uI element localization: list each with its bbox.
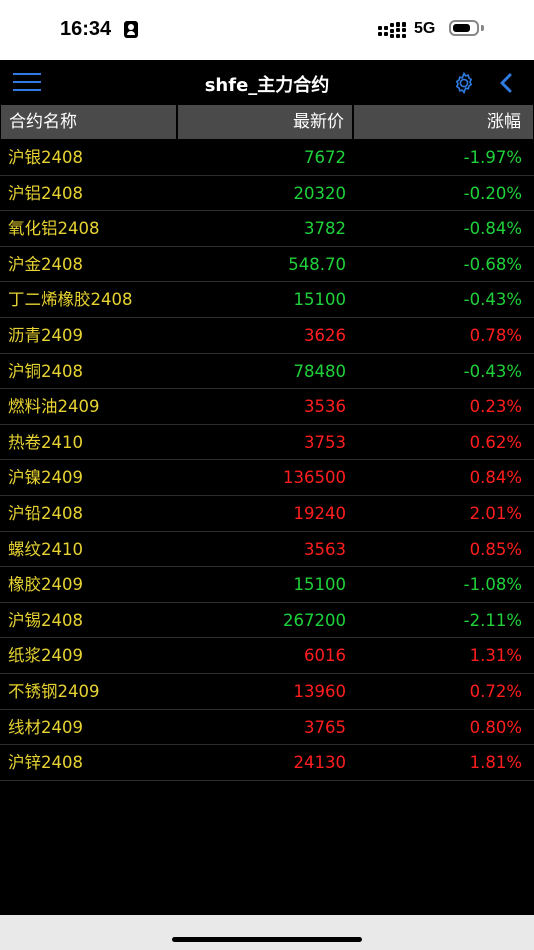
status-time: 16:34 (60, 18, 112, 40)
change-percent: -1.08% (463, 575, 522, 595)
change-percent: -0.68% (463, 254, 522, 274)
table-row[interactable]: 燃料油2409 3536 0.23% (0, 389, 534, 425)
contract-name: 不锈钢2409 (8, 681, 100, 701)
change-percent: 0.62% (469, 432, 522, 452)
table-row[interactable]: 沪锌2408 24130 1.81% (0, 745, 534, 781)
latest-price: 7672 (304, 148, 346, 167)
latest-price: 3765 (304, 717, 346, 737)
contract-name: 橡胶2409 (8, 575, 83, 595)
contract-name: 线材2409 (8, 717, 83, 737)
chevron-left-icon[interactable] (498, 72, 514, 94)
latest-price: 78480 (293, 361, 347, 381)
contract-name: 氧化铝2408 (8, 219, 100, 239)
contract-name: 沪镍2409 (8, 468, 83, 488)
latest-price: 15100 (293, 575, 347, 595)
contract-name: 沥青2409 (8, 325, 83, 345)
contract-name: 沪金2408 (8, 254, 83, 274)
contract-name: 沪铝2408 (8, 183, 83, 203)
table-row[interactable]: 不锈钢2409 13960 0.72% (0, 674, 534, 710)
change-percent: 0.85% (469, 539, 522, 559)
table-row[interactable]: 纸浆2409 6016 1.31% (0, 638, 534, 674)
change-percent: -0.43% (463, 290, 522, 310)
latest-price: 3536 (304, 397, 346, 417)
contract-name: 沪银2408 (8, 148, 83, 167)
change-percent: 1.31% (469, 646, 522, 666)
column-header-change[interactable]: 涨幅 (354, 105, 533, 139)
battery-tip (481, 25, 484, 31)
latest-price: 136500 (283, 468, 346, 488)
change-percent: 0.72% (469, 681, 522, 701)
contract-name: 螺纹2410 (8, 539, 83, 559)
table-row[interactable]: 沪镍2409 136500 0.84% (0, 460, 534, 496)
table-row[interactable]: 螺纹2410 3563 0.85% (0, 532, 534, 568)
contract-name: 丁二烯橡胶2408 (8, 290, 133, 310)
table-header: 合约名称 最新价 涨幅 (0, 104, 534, 140)
table-row[interactable]: 沪铝2408 20320 -0.20% (0, 176, 534, 212)
change-percent: 2.01% (469, 503, 522, 523)
home-indicator[interactable] (172, 937, 362, 942)
nav-bar: shfe_主力合约 (0, 60, 534, 104)
change-percent: 0.84% (469, 468, 522, 488)
table-row[interactable]: 沥青2409 3626 0.78% (0, 318, 534, 354)
latest-price: 548.70 (288, 254, 346, 274)
table-row[interactable]: 沪金2408 548.70 -0.68% (0, 247, 534, 283)
contract-name: 沪铜2408 (8, 361, 83, 381)
contract-name: 沪锌2408 (8, 753, 83, 773)
table-row[interactable]: 线材2409 3765 0.80% (0, 710, 534, 746)
latest-price: 20320 (293, 183, 347, 203)
latest-price: 6016 (304, 646, 346, 666)
latest-price: 15100 (293, 290, 347, 310)
latest-price: 3782 (304, 219, 346, 239)
table-row[interactable]: 沪铅2408 19240 2.01% (0, 496, 534, 532)
contract-name: 沪铅2408 (8, 503, 83, 523)
latest-price: 24130 (293, 753, 347, 773)
latest-price: 13960 (293, 681, 347, 701)
change-percent: -0.20% (463, 183, 522, 203)
change-percent: 0.23% (469, 397, 522, 417)
change-percent: -2.11% (463, 610, 522, 630)
status-bar: 16:34 5G (0, 0, 534, 60)
change-percent: 0.80% (469, 717, 522, 737)
change-percent: -0.84% (463, 219, 522, 239)
contract-name: 热卷2410 (8, 432, 83, 452)
table-row[interactable]: 沪银2408 7672 -1.97% (0, 140, 534, 176)
gear-icon[interactable] (452, 71, 476, 95)
latest-price: 3563 (304, 539, 346, 559)
contract-list: 沪银2408 7672 -1.97% 沪铝2408 20320 -0.20% 氧化铝2408… (0, 140, 534, 781)
latest-price: 3626 (304, 325, 346, 345)
network-label: 5G (414, 20, 436, 37)
column-header-price[interactable]: 最新价 (178, 105, 352, 139)
change-percent: -1.97% (463, 148, 522, 167)
person-icon (124, 21, 138, 38)
battery-icon (449, 20, 479, 36)
signal-icon (378, 22, 408, 38)
home-area (0, 915, 534, 950)
contract-name: 燃料油2409 (8, 397, 100, 417)
contract-name: 沪锡2408 (8, 610, 83, 630)
latest-price: 3753 (304, 432, 346, 452)
table-row[interactable]: 丁二烯橡胶2408 15100 -0.43% (0, 282, 534, 318)
column-header-name[interactable]: 合约名称 (1, 105, 176, 139)
contract-name: 纸浆2409 (8, 646, 83, 666)
table-row[interactable]: 沪锡2408 267200 -2.11% (0, 603, 534, 639)
change-percent: -0.43% (463, 361, 522, 381)
table-row[interactable]: 沪铜2408 78480 -0.43% (0, 354, 534, 390)
table-row[interactable]: 热卷2410 3753 0.62% (0, 425, 534, 461)
table-row[interactable]: 橡胶2409 15100 -1.08% (0, 567, 534, 603)
table-row[interactable]: 氧化铝2408 3782 -0.84% (0, 211, 534, 247)
change-percent: 1.81% (469, 753, 522, 773)
change-percent: 0.78% (469, 325, 522, 345)
latest-price: 19240 (293, 503, 347, 523)
latest-price: 267200 (283, 610, 346, 630)
